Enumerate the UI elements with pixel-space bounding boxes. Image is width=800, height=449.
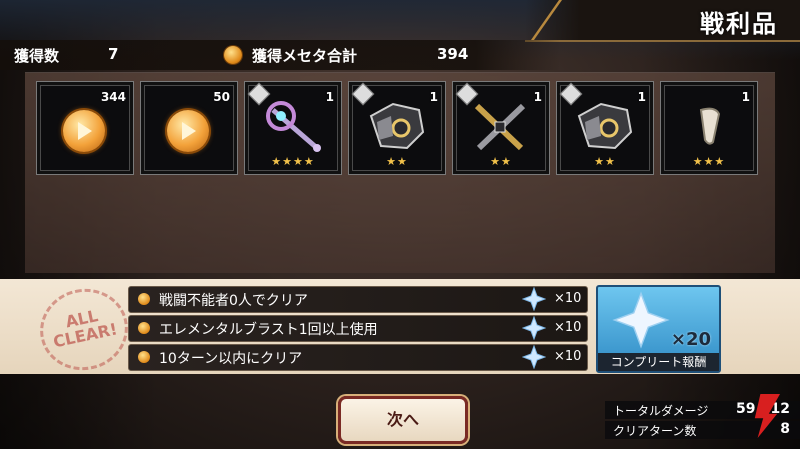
loot-item-armor[interactable]: 1 ★★ — [556, 81, 654, 175]
next-button[interactable]: 次へ — [338, 396, 468, 444]
star-gem-icon — [522, 287, 546, 311]
loot-item-staff[interactable]: 1 ★★★★ — [244, 81, 342, 175]
loot-item-fang[interactable]: 1 ★★★ — [660, 81, 758, 175]
loot-item-quantity: 50 — [213, 90, 230, 104]
mission-label: 戦闘不能者0人でクリア — [159, 293, 308, 309]
rarity-stars: ★★★★ — [271, 155, 315, 168]
loot-summary-bar: 獲得数 7 獲得メセタ合計 394 — [0, 40, 560, 70]
mission-reward: ×10 — [554, 349, 582, 364]
loot-item-quantity: 344 — [100, 90, 126, 104]
mission-clear-icon — [138, 351, 150, 363]
meseta-coin-icon — [63, 110, 105, 152]
mission-bar: ALL CLEAR! 戦闘不能者0人でクリア ×10 エレメンタルブラスト1回以… — [0, 279, 800, 379]
loot-item-quantity: 1 — [533, 90, 542, 104]
armor-gear-icon — [577, 102, 633, 150]
meseta-total-value: 394 — [437, 45, 469, 63]
clear-turns-value: 8 — [780, 421, 790, 437]
mission-row: 10ターン以内にクリア ×10 — [128, 344, 588, 371]
rarity-stars: ★★ — [386, 155, 408, 168]
mission-clear-icon — [138, 322, 150, 334]
loot-item-armor[interactable]: 1 ★★ — [348, 81, 446, 175]
mission-clear-icon — [138, 293, 150, 305]
mission-row: エレメンタルブラスト1回以上使用 ×10 — [128, 315, 588, 342]
loot-item-quantity: 1 — [325, 90, 334, 104]
clear-turns-row: クリアターン数 8 — [605, 421, 800, 439]
title-banner: 戦利品 — [525, 0, 800, 42]
loot-item-crossed-weapons[interactable]: 1 ★★ — [452, 81, 550, 175]
mission-reward: ×10 — [554, 320, 582, 335]
complete-reward-multiplier: ×20 — [670, 329, 711, 350]
crossed-weapons-icon — [474, 103, 526, 151]
complete-reward-card: ×20 コンプリート報酬 — [596, 285, 721, 373]
complete-reward-label: コンプリート報酬 — [598, 353, 719, 371]
clear-turns-label: クリアターン数 — [613, 424, 697, 438]
star-gem-large-icon — [612, 291, 670, 349]
fang-material-icon — [699, 107, 721, 145]
meseta-icon — [224, 46, 242, 64]
mission-row: 戦闘不能者0人でクリア ×10 — [128, 286, 588, 313]
meseta-total-label: 獲得メセタ合計 — [252, 47, 358, 65]
loot-item-quantity: 1 — [637, 90, 646, 104]
loot-panel: 344 50 1 ★★★★ 1 ★★ 1 ★★ 1 ★★ 1 ★★★ — [25, 72, 775, 273]
rarity-stars: ★★ — [594, 155, 616, 168]
staff-weapon-icon — [266, 101, 321, 152]
star-gem-icon — [522, 316, 546, 340]
rarity-stars: ★★ — [490, 155, 512, 168]
mission-reward: ×10 — [554, 291, 582, 306]
page-title: 戦利品 — [700, 10, 778, 38]
loot-item-meseta-344[interactable]: 344 — [36, 81, 134, 175]
loot-item-quantity: 1 — [741, 90, 750, 104]
total-damage-label: トータルダメージ — [613, 404, 709, 418]
loot-item-quantity: 1 — [429, 90, 438, 104]
star-gem-icon — [522, 345, 546, 369]
meseta-coin-icon — [167, 110, 209, 152]
loot-count-value: 7 — [108, 45, 119, 63]
rarity-stars: ★★★ — [692, 155, 726, 168]
mission-label: エレメンタルブラスト1回以上使用 — [159, 322, 378, 338]
armor-gear-icon — [369, 102, 425, 150]
loot-count-label: 獲得数 — [14, 47, 60, 65]
all-clear-stamp: ALL CLEAR! — [32, 280, 136, 379]
title-banner-edge — [530, 0, 581, 40]
mission-label: 10ターン以内にクリア — [159, 351, 303, 367]
loot-item-meseta-50[interactable]: 50 — [140, 81, 238, 175]
